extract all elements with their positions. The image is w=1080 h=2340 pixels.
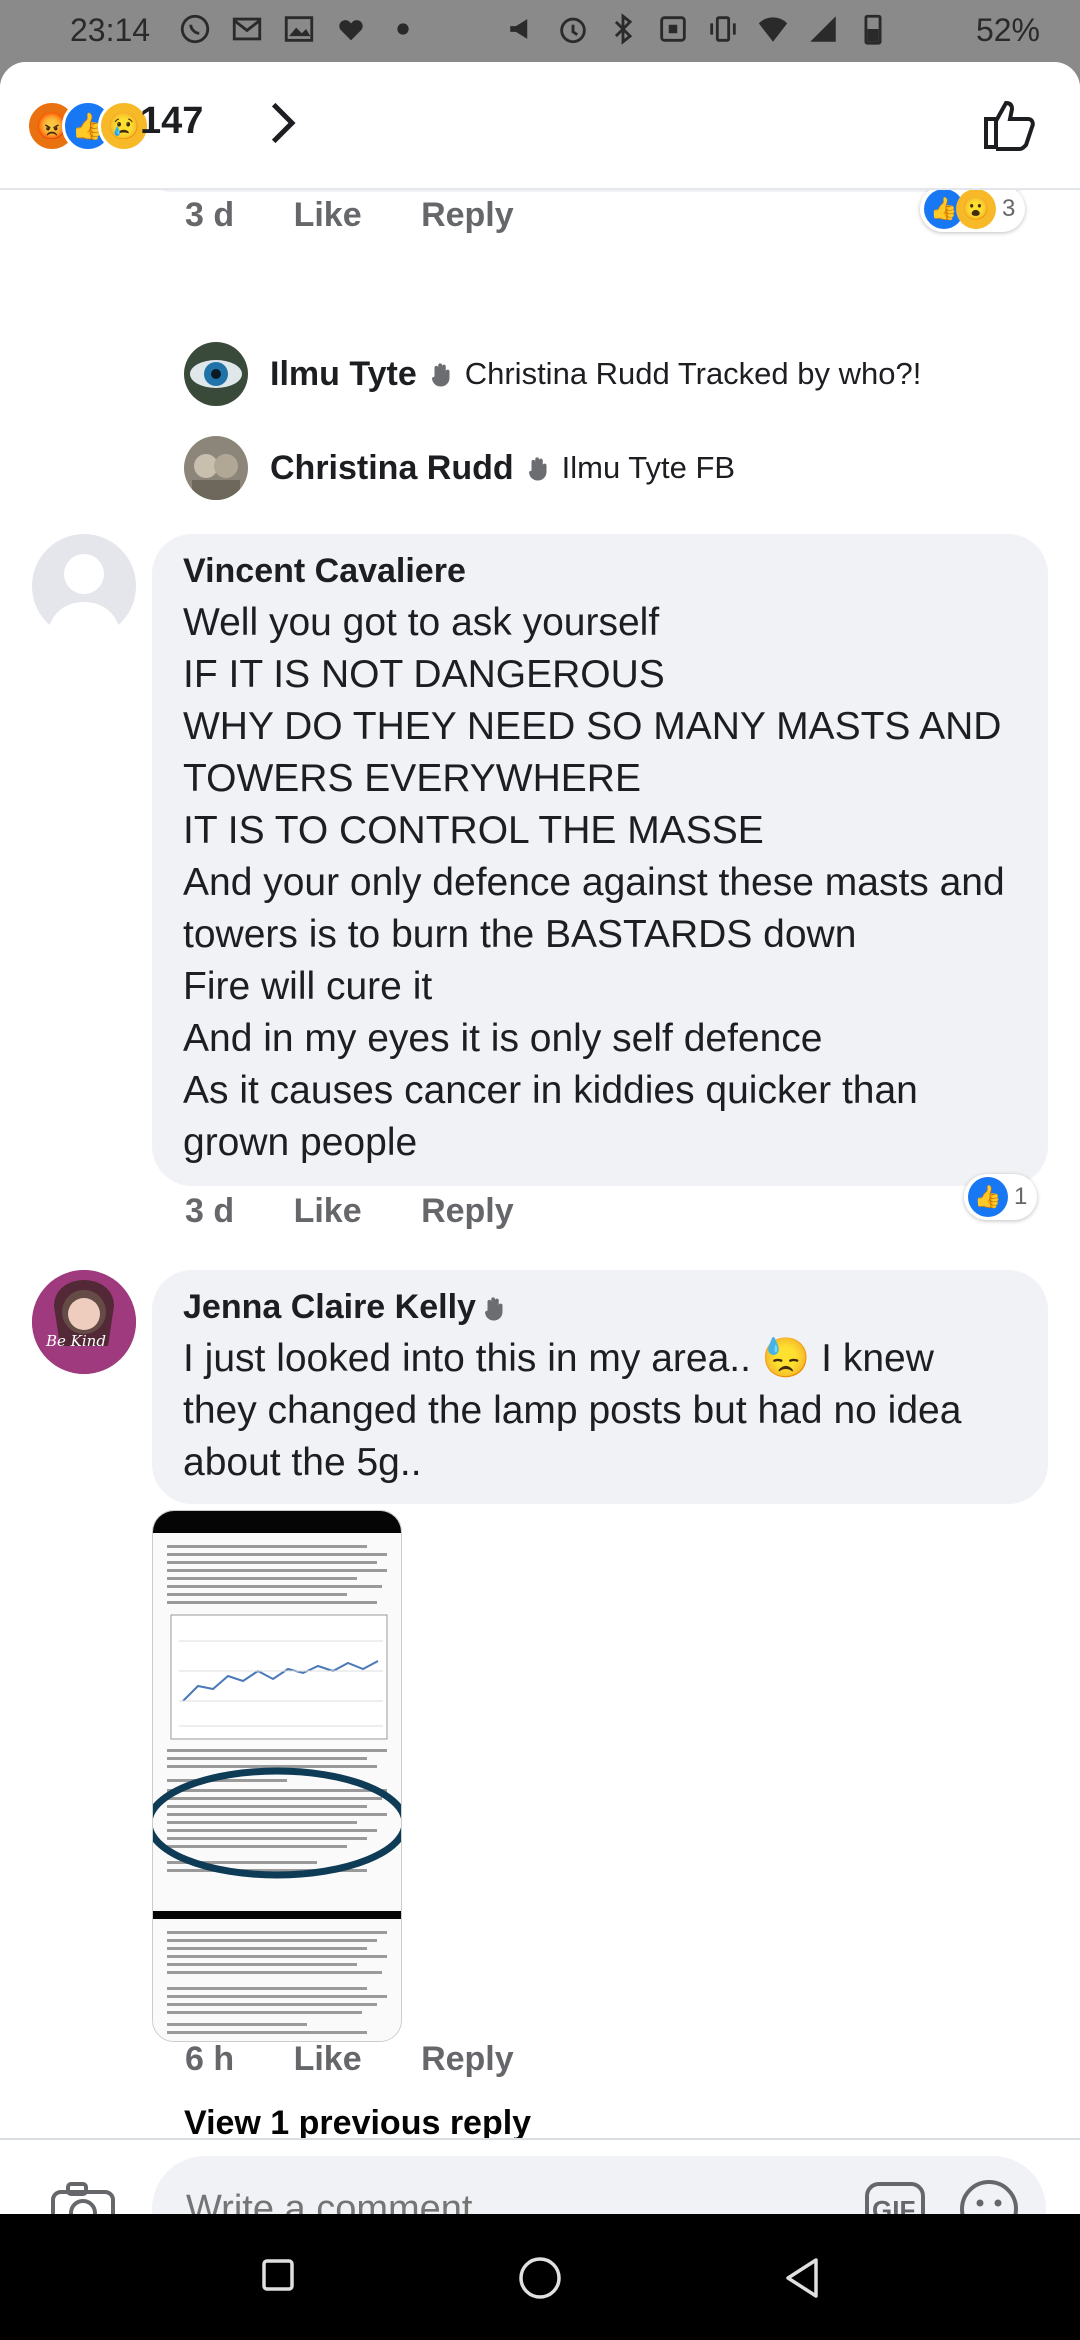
home-icon[interactable] — [518, 2256, 562, 2300]
avatar[interactable] — [32, 534, 136, 638]
system-navigation-bar — [0, 2214, 1080, 2340]
wave-icon — [431, 363, 450, 387]
gif-label: GIF — [872, 2195, 916, 2214]
commenter-name[interactable]: Ilmu Tyte — [270, 355, 417, 394]
comment-input-container[interactable]: GIF — [152, 2156, 1046, 2214]
commenter-name[interactable]: Christina Rudd — [270, 449, 514, 488]
like-post-icon[interactable] — [980, 92, 1040, 154]
recent-apps-icon[interactable] — [262, 2259, 294, 2291]
back-icon[interactable] — [782, 2256, 822, 2300]
like-link[interactable]: Like — [294, 196, 362, 234]
reply-link[interactable]: Reply — [421, 196, 514, 234]
reply-link[interactable]: Reply — [421, 1192, 514, 1230]
gallery-icon — [284, 16, 314, 42]
comment-time: 3 d — [185, 1192, 235, 1230]
whatsapp-icon — [180, 14, 210, 44]
like-reaction-icon: 👍 — [968, 1177, 1008, 1217]
wave-icon — [528, 457, 547, 481]
reply-item: Ilmu Tyte Christina Rudd Tracked by who?… — [184, 342, 921, 406]
like-link[interactable]: Like — [294, 1192, 362, 1230]
reaction-count: 1 — [1014, 1183, 1028, 1210]
commenter-name-row: Jenna Claire Kelly — [183, 1288, 1018, 1327]
heart-icon — [339, 20, 363, 41]
comment-time: 6 h — [185, 2040, 235, 2078]
reaction-count[interactable]: 147 — [140, 100, 203, 143]
megaphone-icon — [510, 19, 528, 39]
comment-composer: GIF — [0, 2138, 1080, 2214]
wow-reaction-icon: 😮 — [956, 189, 996, 229]
comments-sheet: 😡 👍 😢 147 3 d Like Reply 👍 😮 3 Ilmu Tyte — [0, 62, 1080, 2214]
reply-text: Christina Rudd Tracked by who?! — [464, 356, 922, 391]
vibrate-icon — [710, 16, 736, 42]
bluetooth-icon — [614, 13, 633, 45]
avatar[interactable]: Be Kind — [32, 1270, 136, 1374]
wifi-icon — [758, 17, 788, 42]
avatar[interactable] — [184, 342, 248, 406]
comment-text: Well you got to ask yourself IF IT IS NO… — [183, 601, 1005, 1164]
emoji-icon[interactable] — [958, 2178, 1020, 2214]
document-photo — [153, 1511, 401, 2041]
reaction-count: 3 — [1002, 195, 1016, 222]
camera-icon[interactable] — [50, 2180, 116, 2214]
comment-bubble[interactable]: Jenna Claire Kelly I just looked into th… — [152, 1270, 1048, 1504]
comment-attachment-image[interactable] — [152, 1510, 402, 2042]
avatar[interactable] — [184, 436, 248, 500]
avatar-text: Be Kind — [46, 1332, 106, 1350]
comment-time: 3 d — [185, 196, 235, 234]
comment-meta: 3 d Like Reply — [185, 1192, 564, 1231]
signal-icon — [810, 16, 836, 42]
comment-bubble[interactable]: Vincent Cavaliere Well you got to ask yo… — [152, 534, 1048, 1186]
chevron-right-icon[interactable] — [262, 98, 302, 148]
notification-icons — [178, 12, 420, 46]
top-comment-meta: 3 d Like Reply — [185, 196, 564, 235]
status-time: 23:14 — [70, 12, 151, 48]
reply-link[interactable]: Reply — [421, 2040, 514, 2078]
battery-percent: 52% — [975, 12, 1040, 48]
reaction-badge[interactable]: 👍 😮 3 — [920, 186, 1026, 232]
status-bar: 23:14 52% — [0, 0, 1080, 64]
comment-meta: 6 h Like Reply — [185, 2040, 564, 2079]
alarm-icon — [560, 17, 586, 44]
commenter-name[interactable]: Vincent Cavaliere — [183, 552, 1018, 591]
system-icons — [506, 12, 890, 46]
wave-icon — [484, 1296, 503, 1320]
reply-text: Ilmu Tyte FB — [561, 450, 736, 485]
battery-icon — [864, 14, 882, 45]
dot-icon — [397, 23, 409, 35]
gmail-icon — [232, 17, 262, 41]
reply-item: Christina Rudd Ilmu Tyte FB — [184, 436, 735, 500]
reaction-badge[interactable]: 👍 1 — [964, 1174, 1038, 1220]
nfc-icon — [660, 16, 686, 42]
commenter-name[interactable]: Jenna Claire Kelly — [183, 1288, 476, 1327]
gif-button[interactable]: GIF — [864, 2181, 926, 2214]
comment-input[interactable] — [184, 2180, 788, 2214]
reactions-header: 😡 👍 😢 147 — [0, 62, 1080, 190]
comment-text: I just looked into this in my area.. 😓 I… — [183, 1337, 962, 1484]
like-link[interactable]: Like — [294, 2040, 362, 2078]
